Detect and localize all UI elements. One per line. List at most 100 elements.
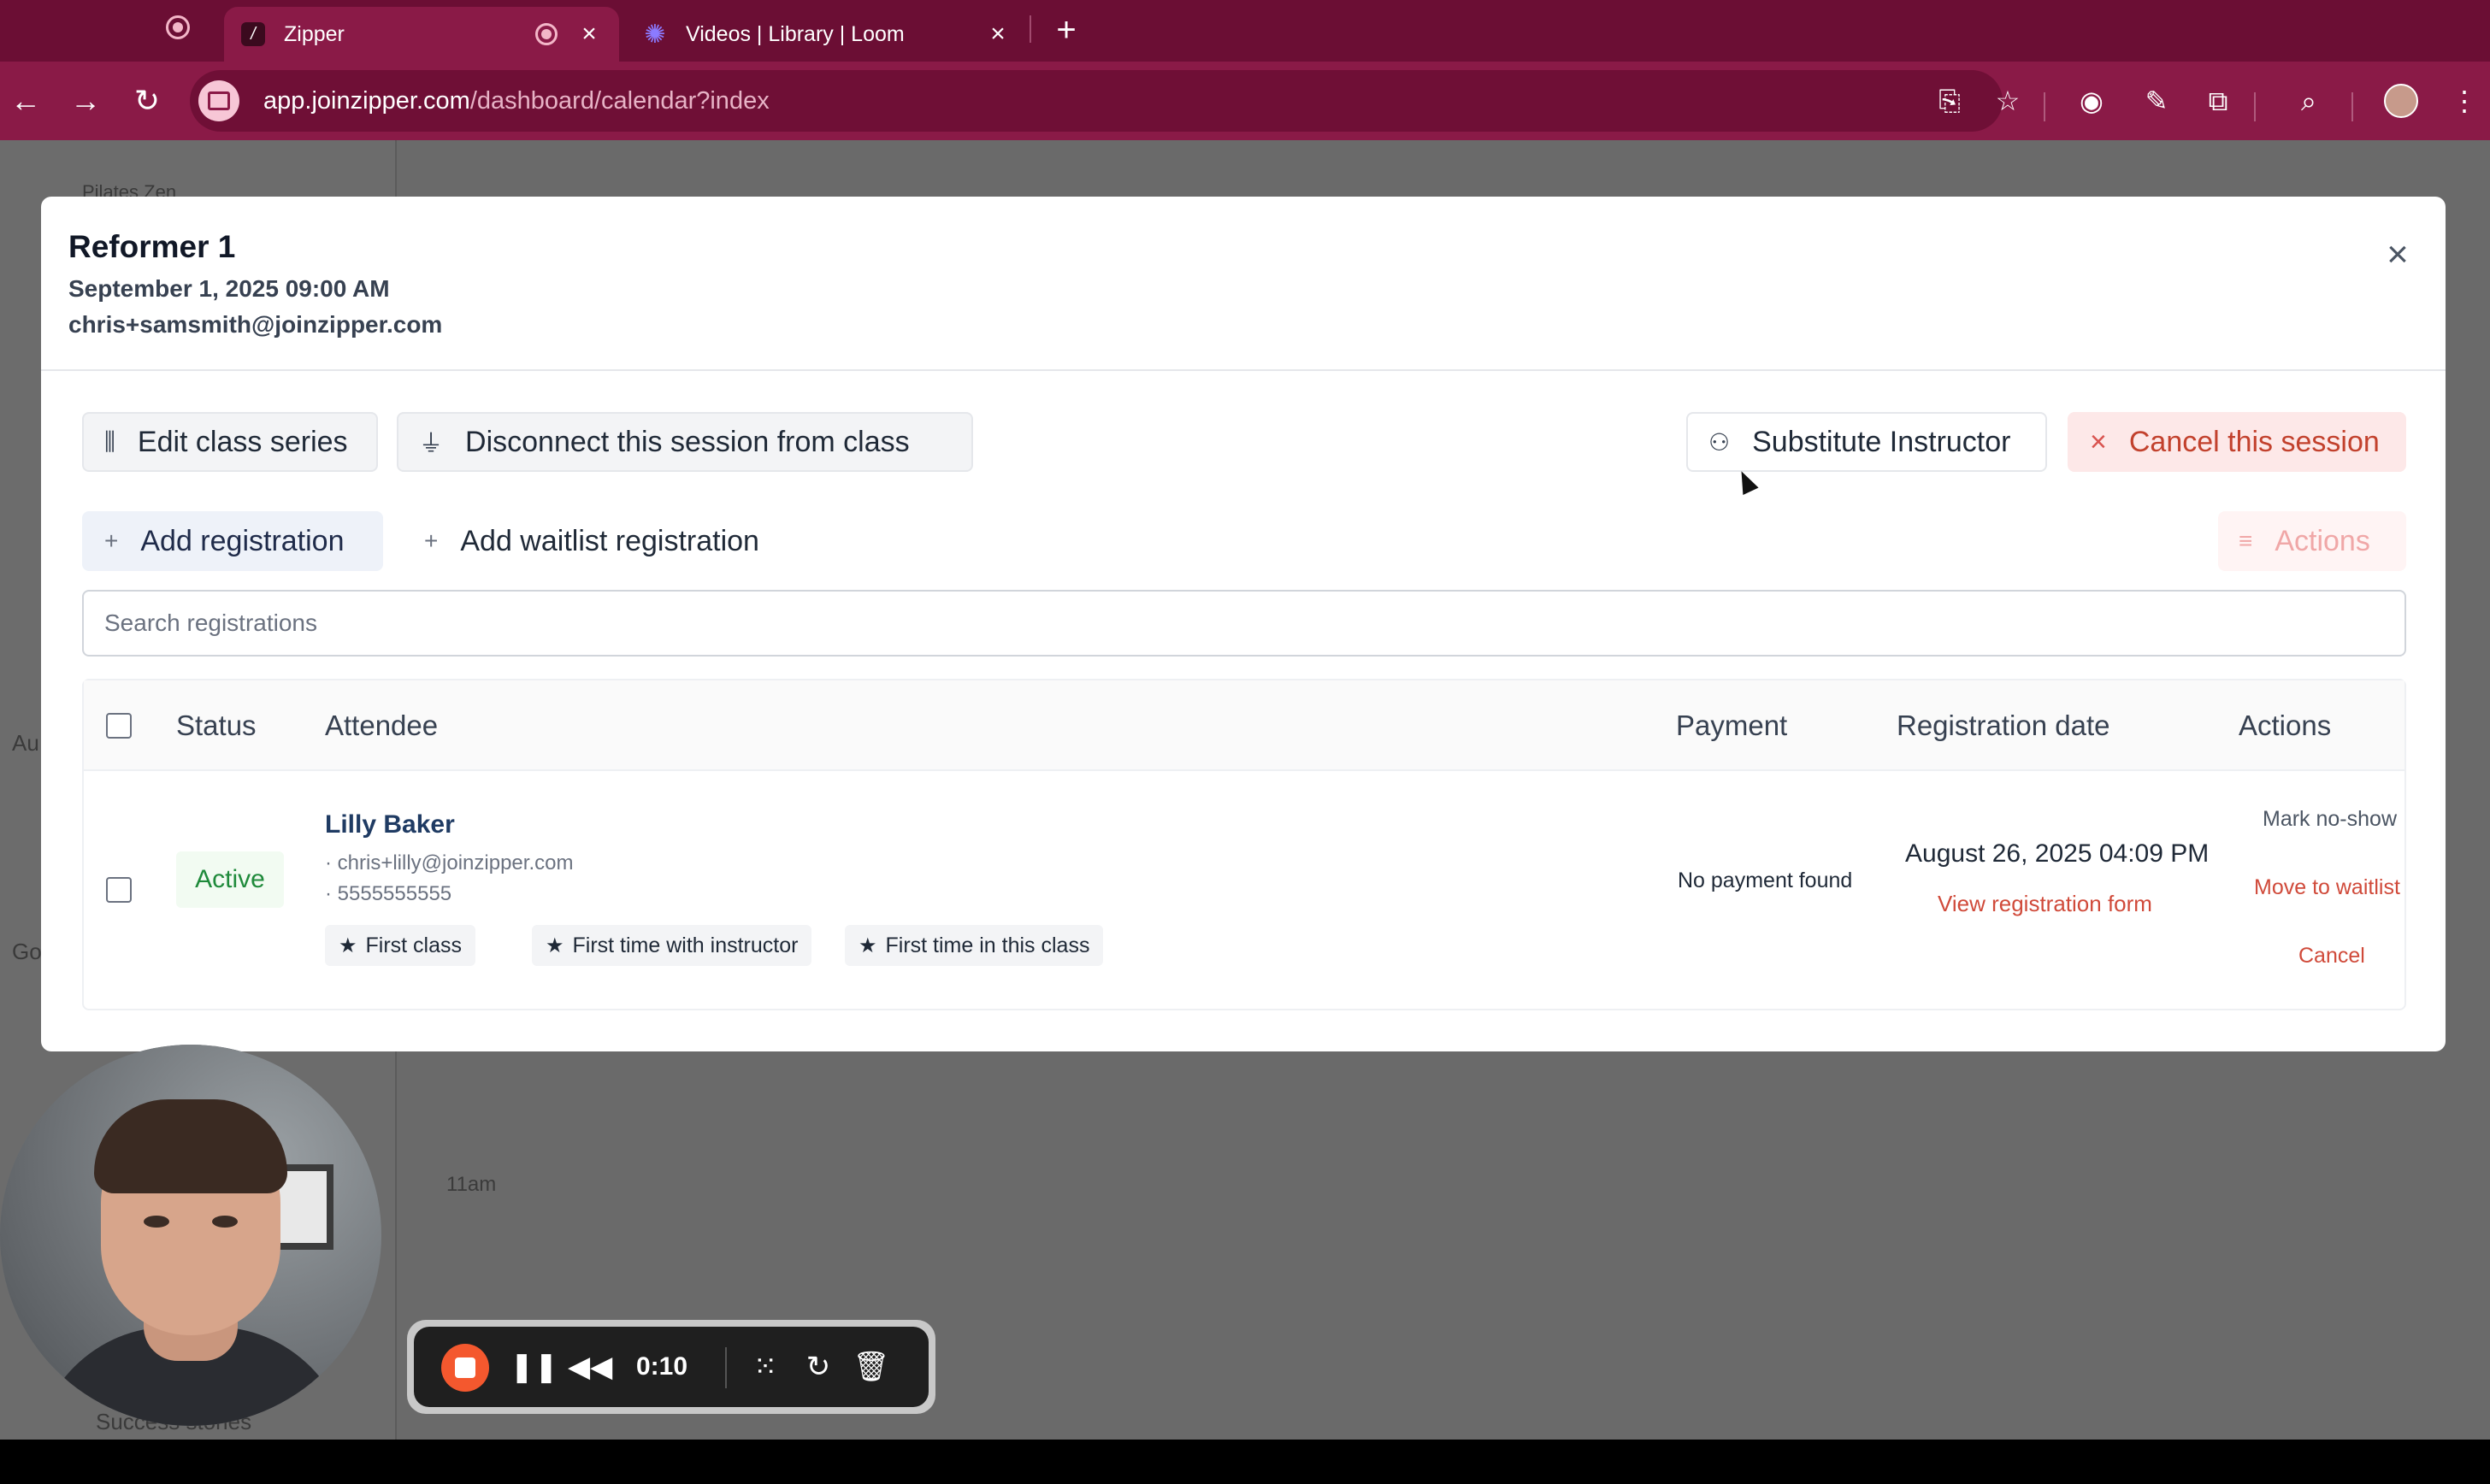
toolbar-divider xyxy=(2254,92,2256,121)
browser-toolbar: ← → ↻ app.joinzipper.com/dashboard/calen… xyxy=(0,62,2490,140)
site-info-icon[interactable] xyxy=(198,80,239,121)
new-tab-plus-icon[interactable]: + xyxy=(1045,9,1088,51)
payment-status: No payment found xyxy=(1678,869,1853,892)
attendee-name-link[interactable]: Lilly Baker xyxy=(325,810,455,839)
button-label: Actions xyxy=(2275,524,2370,557)
tab-title: Videos | Library | Loom xyxy=(686,21,905,46)
calendar-time-label: 11am xyxy=(446,1173,497,1196)
modal-divider xyxy=(41,369,2446,371)
tab-search-icon[interactable]: ⌕ xyxy=(2286,79,2331,123)
tab-zipper[interactable]: / Zipper × xyxy=(224,7,619,62)
loom-control-inner: ❚❚ ◀◀ 0:10 ⁙ ↻ 🗑 xyxy=(414,1327,929,1407)
x-icon: × xyxy=(2090,425,2107,458)
button-label: Substitute Instructor xyxy=(1752,425,2011,458)
browser-tab-bar: / Zipper × ✺ Videos | Library | Loom × + xyxy=(0,0,2490,62)
table-header: Status Attendee Payment Registration dat… xyxy=(84,680,2404,771)
url-text: app.joinzipper.com/dashboard/calendar?in… xyxy=(263,87,770,115)
move-to-waitlist-link[interactable]: Move to waitlist xyxy=(2254,875,2400,900)
user-swap-icon: ⚇ xyxy=(1708,428,1731,456)
attendee-phone: · 5555555555 xyxy=(325,882,452,905)
add-registration-button[interactable]: + Add registration xyxy=(82,511,383,571)
tab-close-icon[interactable]: × xyxy=(576,20,602,49)
search-registrations-input[interactable] xyxy=(82,590,2406,657)
extension-loom-icon[interactable]: ◉ xyxy=(2069,79,2114,123)
button-label: Add waitlist registration xyxy=(460,524,759,557)
list-icon: ≡ xyxy=(2239,527,2253,554)
tag-first-class: ★ First class xyxy=(325,925,476,966)
session-modal: Reformer 1 September 1, 2025 09:00 AM ch… xyxy=(41,197,2446,1051)
tab-loom[interactable]: ✺ Videos | Library | Loom × xyxy=(626,7,1028,62)
cancel-session-button[interactable]: × Cancel this session xyxy=(2068,412,2406,472)
instructor-email: chris+samsmith@joinzipper.com xyxy=(68,311,443,338)
column-header-attendee: Attendee xyxy=(325,710,439,741)
row-checkbox[interactable] xyxy=(106,877,132,903)
forward-arrow-icon[interactable]: → xyxy=(63,79,108,123)
tab-title: Zipper xyxy=(284,21,345,46)
recording-timer: 0:10 xyxy=(636,1352,688,1381)
url-path: /dashboard/calendar?index xyxy=(469,86,770,115)
close-icon[interactable]: × xyxy=(2374,231,2422,279)
button-label: Disconnect this session from class xyxy=(465,425,910,458)
recording-indicator-icon xyxy=(166,15,190,39)
bookmark-star-icon[interactable]: ☆ xyxy=(1986,79,2030,123)
button-label: Add registration xyxy=(140,524,345,557)
sidebar-section-label: Au xyxy=(12,730,39,756)
dumbbell-icon: ⫼ xyxy=(104,427,115,455)
column-header-registration-date: Registration date xyxy=(1897,710,2110,741)
install-app-icon[interactable]: ⎘ xyxy=(1927,79,1972,123)
restart-icon[interactable]: ↻ xyxy=(799,1340,838,1393)
url-host: app.joinzipper.com xyxy=(263,86,470,115)
view-registration-form-link[interactable]: View registration form xyxy=(1938,891,2152,917)
star-icon: ★ xyxy=(339,933,357,957)
stop-recording-icon[interactable] xyxy=(441,1344,489,1392)
extension-pen-icon[interactable]: ✎ xyxy=(2134,79,2179,123)
back-arrow-icon[interactable]: ← xyxy=(3,79,48,123)
attendee-email: · chris+lilly@joinzipper.com xyxy=(325,851,574,874)
cancel-registration-link[interactable]: Cancel xyxy=(2298,944,2365,969)
loom-favicon-icon: ✺ xyxy=(644,20,666,49)
status-badge: Active xyxy=(176,851,284,908)
sidebar-section-label: Go xyxy=(12,939,42,964)
loom-control-bar: ❚❚ ◀◀ 0:10 ⁙ ↻ 🗑 xyxy=(407,1320,935,1414)
zipper-favicon-icon: / xyxy=(241,22,265,46)
toolbar-divider xyxy=(2044,92,2045,121)
presenter-eye xyxy=(144,1216,169,1228)
profile-avatar[interactable] xyxy=(2384,84,2418,118)
registrations-table: Status Attendee Payment Registration dat… xyxy=(82,679,2406,1010)
screen-bottom-strip xyxy=(0,1440,2490,1484)
tag-first-time-with-instructor: ★ First time with instructor xyxy=(532,925,812,966)
star-icon: ★ xyxy=(859,933,877,957)
registration-date: August 26, 2025 04:09 PM xyxy=(1905,839,2210,868)
add-waitlist-registration-button[interactable]: + Add waitlist registration xyxy=(404,511,831,571)
drawing-grid-icon[interactable]: ⁙ xyxy=(746,1340,785,1393)
button-label: Edit class series xyxy=(137,425,348,458)
column-header-status: Status xyxy=(176,710,257,741)
mark-no-show-link[interactable]: Mark no-show xyxy=(2263,807,2397,832)
substitute-instructor-button[interactable]: ⚇ Substitute Instructor xyxy=(1686,412,2047,472)
column-header-payment: Payment xyxy=(1676,710,1788,741)
pause-icon[interactable]: ❚❚ xyxy=(510,1340,558,1393)
tab-recording-icon xyxy=(535,23,558,45)
tag-label: First class xyxy=(365,933,463,957)
table-row: Active Lilly Baker · chris+lilly@joinzip… xyxy=(84,769,2404,1009)
webcam-bubble[interactable] xyxy=(0,1045,381,1426)
tag-label: First time with instructor xyxy=(572,933,799,957)
select-all-checkbox[interactable] xyxy=(106,713,132,739)
reload-icon[interactable]: ↻ xyxy=(125,79,169,123)
disconnect-session-button[interactable]: ⏚ Disconnect this session from class xyxy=(397,412,973,472)
button-label: Cancel this session xyxy=(2128,425,2380,458)
actions-button[interactable]: ≡ Actions xyxy=(2218,511,2406,571)
toolbar-divider xyxy=(2351,92,2353,121)
trash-icon[interactable]: 🗑 xyxy=(852,1340,891,1393)
address-bar[interactable]: app.joinzipper.com/dashboard/calendar?in… xyxy=(190,70,2003,132)
edit-class-series-button[interactable]: ⫼ Edit class series xyxy=(82,412,378,472)
tab-close-icon[interactable]: × xyxy=(985,20,1011,49)
loom-divider xyxy=(725,1347,727,1388)
tag-label: First time in this class xyxy=(885,933,1090,957)
more-menu-icon[interactable]: ⋮ xyxy=(2442,79,2487,123)
rewind-icon[interactable]: ◀◀ xyxy=(568,1340,612,1393)
extensions-puzzle-icon[interactable]: ⧉ xyxy=(2196,79,2240,123)
plus-icon: + xyxy=(424,527,439,554)
column-header-actions: Actions xyxy=(2239,710,2332,741)
session-date: September 1, 2025 09:00 AM xyxy=(68,275,390,302)
